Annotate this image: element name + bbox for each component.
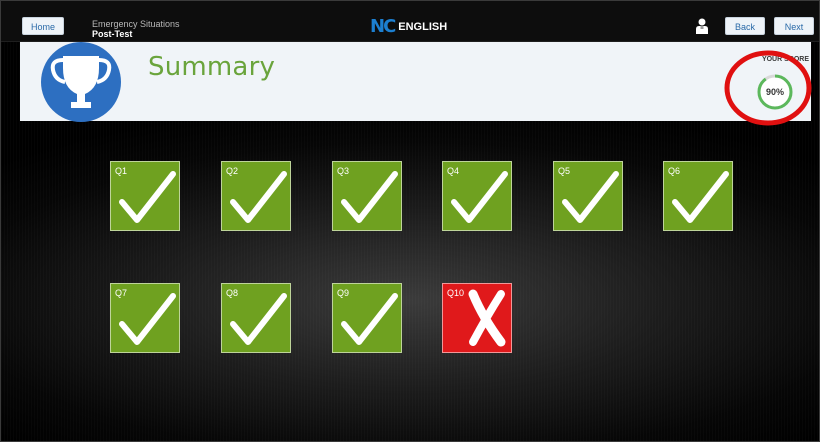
question-label: Q6 — [668, 166, 681, 176]
question-tile-q4[interactable]: Q4 — [442, 161, 512, 231]
question-tile-q5[interactable]: Q5 — [553, 161, 623, 231]
question-label: Q4 — [447, 166, 460, 176]
question-tile-q8[interactable]: Q8 — [221, 283, 291, 353]
question-tile-q10[interactable]: Q10 — [442, 283, 512, 353]
question-label: Q2 — [226, 166, 239, 176]
question-label: Q1 — [115, 166, 128, 176]
question-tile-q1[interactable]: Q1 — [110, 161, 180, 231]
question-tile-q9[interactable]: Q9 — [332, 283, 402, 353]
question-tile-q3[interactable]: Q3 — [332, 161, 402, 231]
app-frame: Home Emergency Situations Post-Test NC E… — [0, 0, 820, 442]
question-tile-q6[interactable]: Q6 — [663, 161, 733, 231]
question-label: Q10 — [447, 288, 465, 298]
question-tile-q7[interactable]: Q7 — [110, 283, 180, 353]
question-label: Q7 — [115, 288, 128, 298]
question-label: Q8 — [226, 288, 239, 298]
question-grid: Q1 Q2 Q3 Q4 Q5 Q6 Q7 Q8 Q9 Q10 — [1, 1, 819, 441]
question-label: Q5 — [558, 166, 571, 176]
question-tile-q2[interactable]: Q2 — [221, 161, 291, 231]
question-label: Q9 — [337, 288, 350, 298]
question-label: Q3 — [337, 166, 350, 176]
